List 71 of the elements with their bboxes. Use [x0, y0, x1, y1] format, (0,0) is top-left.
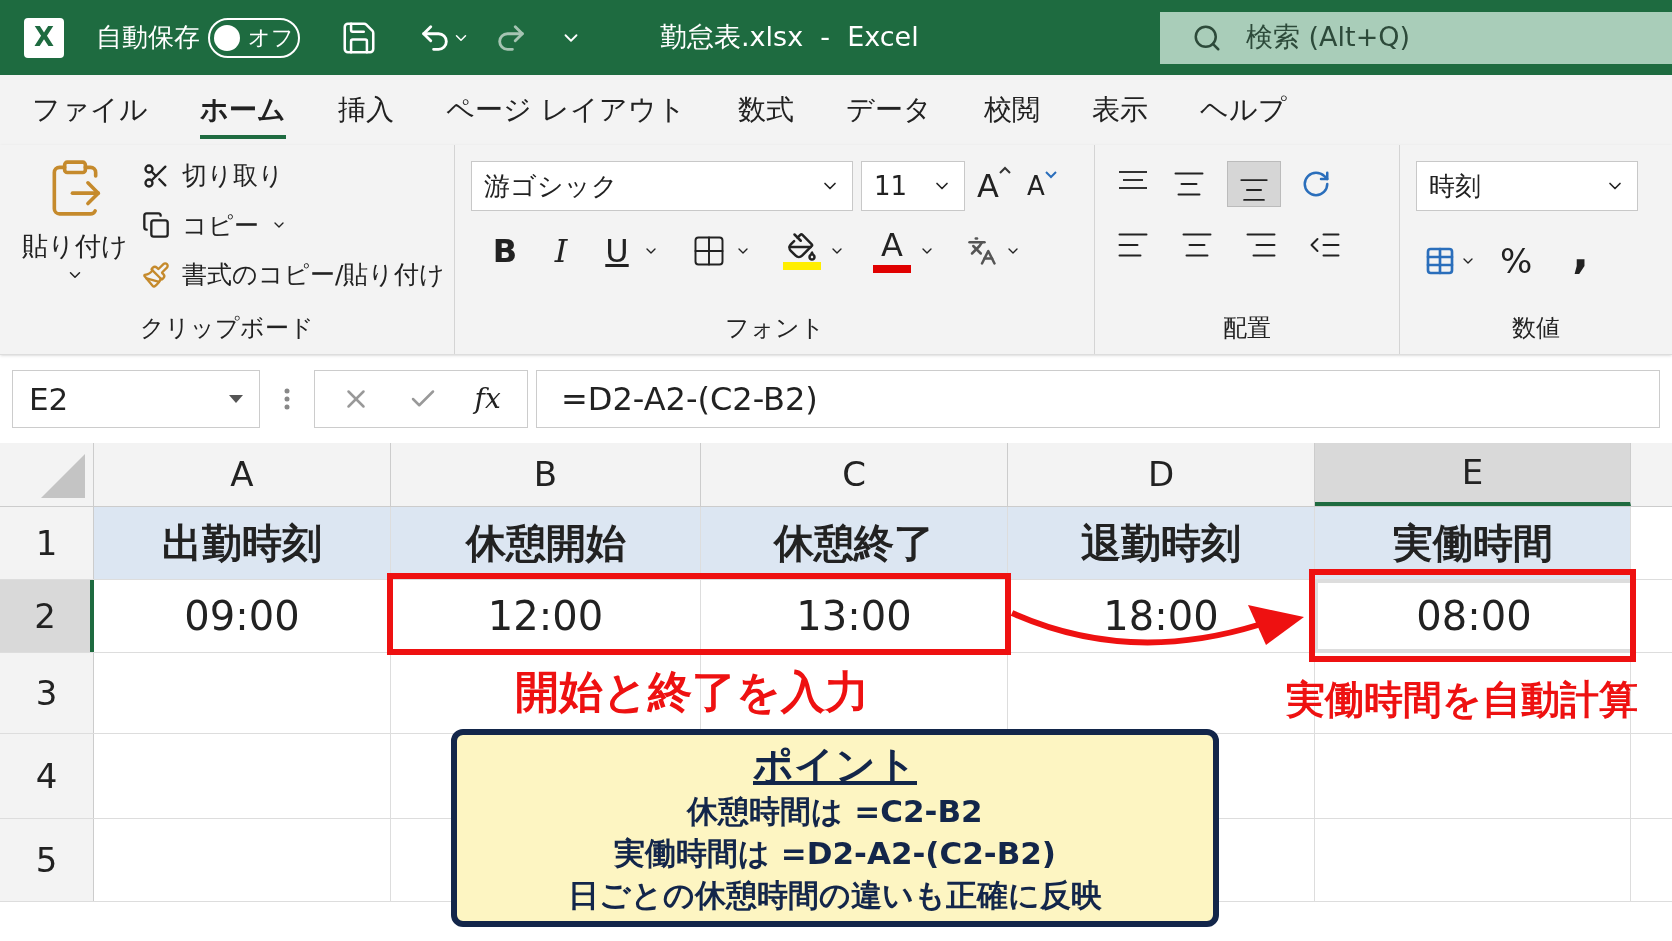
autosave-toggle[interactable]: オフ	[208, 17, 300, 58]
table-cell-text: 08:00	[1416, 592, 1532, 641]
column-header[interactable]: A	[94, 443, 391, 506]
column-header[interactable]: C	[701, 443, 1008, 506]
percent-button[interactable]: %	[1500, 235, 1533, 287]
callout-text: 日ごとの休憩時間の違いも正確に反映	[568, 876, 1102, 915]
copy-button[interactable]: コピー	[142, 206, 446, 244]
formula-field[interactable]: =D2-A2-(C2-B2)	[536, 370, 1660, 428]
column-header[interactable]: B	[391, 443, 701, 506]
number-format-dropdown[interactable]: 時刻	[1416, 161, 1638, 211]
grow-font-button[interactable]: A	[973, 162, 1015, 210]
row-header[interactable]: 2	[0, 580, 94, 652]
copy-icon	[142, 211, 170, 240]
row-header[interactable]: 4	[0, 734, 94, 818]
search-field[interactable]: 検索 (Alt+Q)	[1160, 11, 1672, 64]
column-title: 休憩開始	[465, 519, 626, 568]
callout-text: 休憩時間は =C2-B2	[687, 792, 983, 831]
table-cell-text: 12:00	[487, 592, 604, 641]
shrink-font-button[interactable]: A	[1022, 166, 1061, 206]
row-header[interactable]: 3	[0, 653, 94, 733]
down-caret-icon	[1044, 170, 1057, 179]
font-size-dropdown[interactable]: 11	[861, 161, 965, 211]
comma-button[interactable]: ,	[1556, 231, 1590, 291]
annotation-label: 実働時間を自動計算	[1286, 676, 1638, 724]
callout-title: ポイント	[753, 741, 917, 790]
name-box[interactable]: E2	[12, 370, 260, 428]
underline-button[interactable]: U	[599, 227, 635, 275]
ribbon-tab[interactable]: 表示	[1091, 81, 1148, 139]
window-title: 勤怠表.xlsx - Excel	[660, 20, 919, 55]
search-input[interactable]: 検索 (Alt+Q)	[1246, 17, 1546, 58]
phonetic-guide-icon[interactable]	[967, 236, 997, 266]
format-painter-button[interactable]: 書式のコピー/貼り付け	[142, 256, 446, 294]
column-title: 実働時間	[1392, 519, 1553, 568]
font-color-button[interactable]: A	[873, 229, 911, 273]
paintbrush-icon	[142, 260, 170, 289]
ribbon-tab[interactable]: 数式	[737, 81, 794, 139]
column-title: 退勤時刻	[1081, 519, 1241, 568]
column-header[interactable]: E	[1315, 443, 1631, 506]
ribbon-tab[interactable]: ヘルプ	[1199, 81, 1287, 139]
ribbon-tab[interactable]: ファイル	[32, 81, 148, 139]
callout-text: 実働時間は =D2-A2-(C2-B2)	[613, 834, 1057, 873]
autosave-label: 自動保存	[96, 21, 200, 54]
font-name-dropdown[interactable]: 游ゴシック	[471, 161, 853, 211]
table-cell-text: 18:00	[1103, 592, 1219, 641]
ribbon-tab[interactable]: データ	[845, 81, 932, 139]
ribbon-tab[interactable]: ホーム	[200, 81, 286, 139]
ribbon-tab[interactable]: ページ レイアウト	[446, 81, 686, 139]
excel-logo: X	[24, 17, 64, 58]
up-caret-icon	[998, 166, 1011, 174]
table-cell-text: 13:00	[796, 592, 912, 641]
insert-function-button[interactable]: fx	[474, 378, 501, 420]
group-label: 配置	[1222, 313, 1272, 344]
annotation-label: 開始と終了を入力	[515, 665, 869, 719]
group-label: フォント	[723, 313, 826, 344]
bottom-align-icon[interactable]	[1227, 161, 1281, 207]
row-header[interactable]: 1	[0, 507, 94, 579]
table-cell-text: 09:00	[184, 592, 300, 641]
fill-color-icon[interactable]	[783, 232, 821, 270]
group-label: クリップボード	[139, 313, 315, 344]
row-header[interactable]: 5	[0, 819, 94, 901]
italic-button[interactable]: I	[543, 227, 579, 275]
paste-button[interactable]: 貼り付け	[20, 157, 130, 310]
column-title: 休憩終了	[774, 519, 934, 568]
ribbon-tab[interactable]: 挿入	[338, 81, 394, 139]
group-label: 数値	[1511, 313, 1561, 344]
bold-button[interactable]: B	[487, 227, 523, 275]
more-icon	[284, 388, 290, 410]
column-title: 出勤時刻	[162, 519, 322, 568]
corner-triangle-icon	[41, 454, 85, 498]
cut-button[interactable]: 切り取り	[142, 157, 446, 195]
ribbon-tab[interactable]: 校閲	[983, 81, 1040, 139]
